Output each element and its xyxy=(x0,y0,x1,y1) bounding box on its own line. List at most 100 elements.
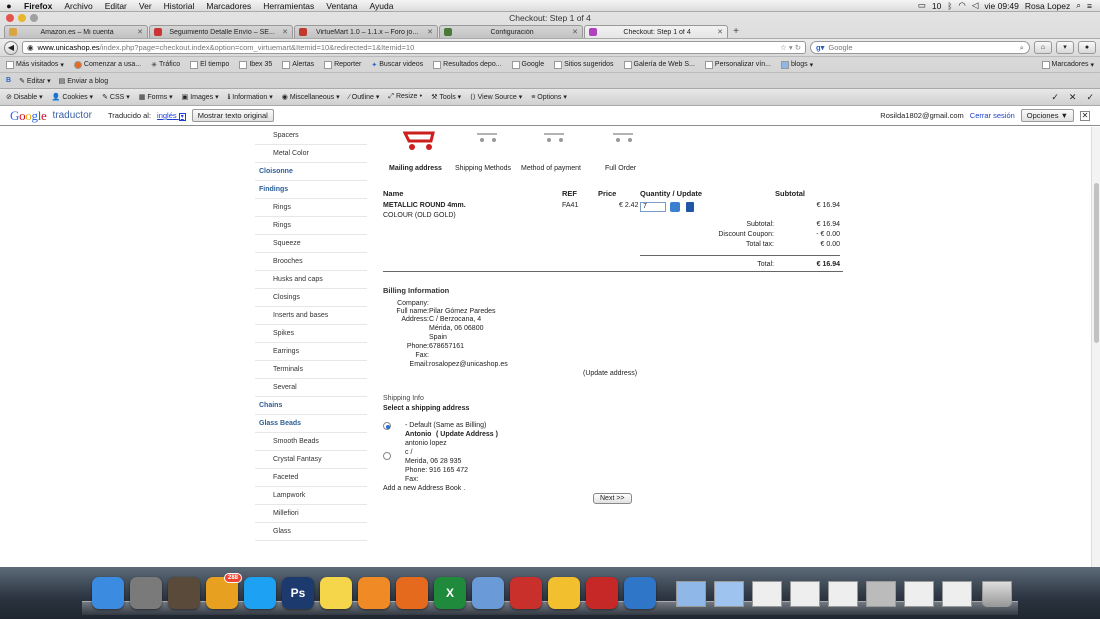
sidebar-item[interactable]: Rings xyxy=(255,199,367,217)
search-icon[interactable]: ⌕ xyxy=(1020,43,1024,53)
shipping-default-radio[interactable] xyxy=(383,422,391,430)
devbar-forms[interactable]: ▦ Forms ▾ xyxy=(139,93,173,101)
sidebar-item[interactable]: Earrings xyxy=(255,343,367,361)
devbar-information[interactable]: ℹ Information ▾ xyxy=(228,93,273,101)
devbar-view-source[interactable]: ⟨⟩ View Source ▾ xyxy=(470,93,522,101)
devbar-disable[interactable]: ⊘ Disable ▾ xyxy=(6,93,43,101)
excel-icon[interactable]: X xyxy=(434,577,466,609)
addon-icon[interactable]: ▾ xyxy=(1056,41,1074,54)
home-icon[interactable]: ⌂ xyxy=(1034,41,1052,54)
firefox-icon[interactable] xyxy=(396,577,428,609)
sidebar-item[interactable]: Squeeze xyxy=(255,235,367,253)
bookmark-resultados[interactable]: Resultados depo... xyxy=(433,60,502,69)
language-select[interactable]: inglés ▾ xyxy=(157,111,186,121)
menu-historial[interactable]: Historial xyxy=(158,1,201,11)
o-app-icon[interactable]: 288 xyxy=(206,573,242,609)
tab-checkout[interactable]: Checkout: Step 1 of 4 ✕ xyxy=(584,25,728,38)
sidebar-item[interactable]: Brooches xyxy=(255,253,367,271)
photoshop-icon[interactable]: Ps xyxy=(282,577,314,609)
validate-icon[interactable]: ✓ xyxy=(1086,92,1094,103)
bookmark-reporter[interactable]: Reporter xyxy=(324,60,361,69)
minimized-window-icon[interactable] xyxy=(942,581,972,607)
bookmark-alertas[interactable]: Alertas xyxy=(282,60,314,69)
search-bar[interactable]: g▾ Google ⌕ xyxy=(810,41,1030,54)
bookmark-star-icon[interactable]: ☆ ▾ ↻ xyxy=(780,43,801,52)
xampp-icon[interactable] xyxy=(358,577,390,609)
sidebar-item[interactable]: Crystal Fantasy xyxy=(255,451,367,469)
documents-stack-icon[interactable] xyxy=(714,581,744,607)
user-name[interactable]: Rosa Lopez xyxy=(1025,1,1070,11)
close-tab-icon[interactable]: ✕ xyxy=(137,28,143,36)
acrobat-pro-icon[interactable] xyxy=(586,577,618,609)
sidebar-category[interactable]: Glass Beads xyxy=(255,415,367,433)
apple-menu-icon[interactable]: ● xyxy=(0,1,18,11)
volume-icon[interactable]: ◁ xyxy=(972,0,979,11)
show-original-button[interactable]: Mostrar texto original xyxy=(191,109,274,122)
chrome-icon[interactable] xyxy=(548,577,580,609)
shipping-alt-radio[interactable] xyxy=(383,452,391,460)
bookmark-galeria[interactable]: Galería de Web S... xyxy=(623,60,695,69)
bookmark-trafico[interactable]: ✳ Tráfico xyxy=(151,61,180,69)
update-address-link[interactable]: (Update address) xyxy=(583,370,637,377)
new-tab-icon[interactable]: + xyxy=(729,26,743,38)
send-to-blog-button[interactable]: ▤ Enviar a blog xyxy=(59,77,108,85)
devbar-tools[interactable]: ⚒ Tools ▾ xyxy=(431,93,461,101)
sidebar-item[interactable]: Millefiori xyxy=(255,505,367,523)
menu-ayuda[interactable]: Ayuda xyxy=(364,1,400,11)
downloads-stack-icon[interactable] xyxy=(676,581,706,607)
minimized-window-icon[interactable] xyxy=(752,581,782,607)
sidebar-item[interactable]: Spikes xyxy=(255,325,367,343)
wifi-icon[interactable]: ◠ xyxy=(958,0,965,11)
menu-archivo[interactable]: Archivo xyxy=(58,1,98,11)
bookmark-google[interactable]: Google xyxy=(511,60,544,69)
tab-amazon[interactable]: Amazon.es – Mi cuenta ✕ xyxy=(4,25,148,38)
menu-ver[interactable]: Ver xyxy=(133,1,158,11)
close-tab-icon[interactable]: ✕ xyxy=(572,28,578,36)
close-tab-icon[interactable]: ✕ xyxy=(427,28,433,36)
tab-configuracion[interactable]: Configuración ✕ xyxy=(439,25,583,38)
sidebar-item[interactable]: Metal Color xyxy=(255,145,367,163)
devbar-resize[interactable]: ⤢ Resize ▾ xyxy=(388,93,422,101)
bookmark-comenzar[interactable]: Comenzar a usa... xyxy=(73,60,141,69)
trash-icon[interactable] xyxy=(982,581,1012,607)
bookmark-sitios[interactable]: Sitios sugeridos xyxy=(554,60,614,69)
acrobat-icon[interactable] xyxy=(510,577,542,609)
sidebar-item[interactable]: Closings xyxy=(255,289,367,307)
devbar-options[interactable]: ≡ Options ▾ xyxy=(531,93,567,101)
bookmarks-menu[interactable]: Marcadores ▾ xyxy=(1041,60,1094,69)
bookmark-mas-visitados[interactable]: Más visitados ▾ xyxy=(6,60,64,69)
edit-button[interactable]: ✎ Editar ▾ xyxy=(19,77,51,85)
menu-marcadores[interactable]: Marcadores xyxy=(200,1,257,11)
tab-seguimiento[interactable]: Seguimiento Detalle Envío – SE... ✕ xyxy=(149,25,293,38)
skype-icon[interactable] xyxy=(244,577,276,609)
close-tab-icon[interactable]: ✕ xyxy=(717,28,723,36)
url-bar[interactable]: ◉ www.unicashop.es/index.php?page=checko… xyxy=(22,41,806,54)
sidebar-category[interactable]: Chains xyxy=(255,397,367,415)
sidebar-item[interactable]: Inserts and bases xyxy=(255,307,367,325)
close-tab-icon[interactable]: ✕ xyxy=(282,28,288,36)
sidebar-item[interactable]: Rings xyxy=(255,217,367,235)
devbar-css[interactable]: ✎ CSS ▾ xyxy=(102,93,130,101)
bookmark-ibex[interactable]: Ibex 35 xyxy=(239,60,272,69)
sidebar-item[interactable]: Glass xyxy=(255,523,367,541)
sidebar-item[interactable]: Lampwork xyxy=(255,487,367,505)
devbar-cookies[interactable]: 👤 Cookies ▾ xyxy=(52,93,93,101)
minimized-window-icon[interactable] xyxy=(790,581,820,607)
signout-link[interactable]: Cerrar sesión xyxy=(970,111,1015,120)
sidebar-item[interactable]: Spacers xyxy=(255,127,367,145)
stickies-icon[interactable] xyxy=(320,577,352,609)
bookmark-buscar-videos[interactable]: ✦ Buscar videos xyxy=(371,61,423,69)
minimized-window-icon[interactable] xyxy=(866,581,896,607)
menu-ventana[interactable]: Ventana xyxy=(320,1,363,11)
minimized-window-icon[interactable] xyxy=(828,581,858,607)
delete-item-icon[interactable] xyxy=(686,202,694,212)
bookmark-personalizar[interactable]: Personalizar vín... xyxy=(704,60,771,69)
site-identity-icon[interactable]: ◉ xyxy=(27,43,34,52)
sidebar-item[interactable]: Several xyxy=(255,379,367,397)
devbar-outline[interactable]: ∕ Outline ▾ xyxy=(349,93,380,101)
bookmark-blogs[interactable]: blogs ▾ xyxy=(780,60,813,69)
item-name[interactable]: METALLIC ROUND 4mm. xyxy=(383,202,466,209)
update-quantity-icon[interactable] xyxy=(670,202,680,212)
quantity-input[interactable]: 7 xyxy=(640,202,666,212)
close-icon[interactable]: ✕ xyxy=(1069,92,1077,103)
